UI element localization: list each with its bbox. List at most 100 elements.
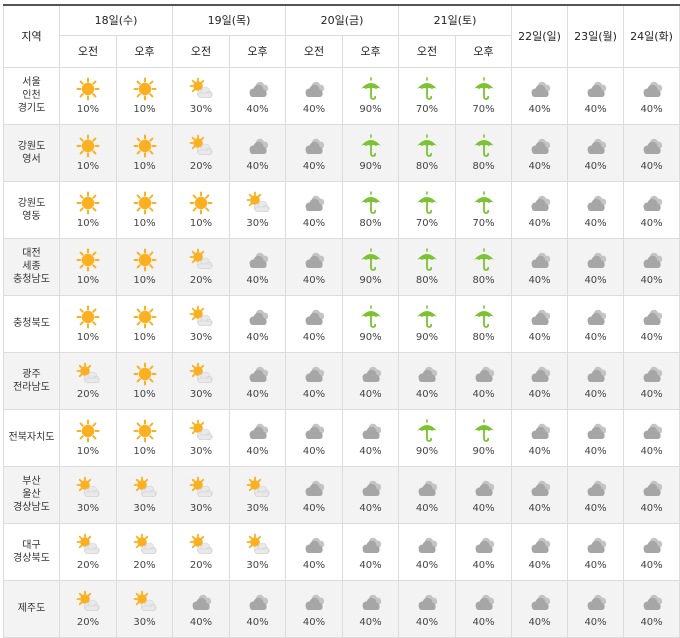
precipitation-probability: 10%: [133, 331, 156, 343]
precipitation-probability: 30%: [133, 502, 156, 514]
precipitation-probability: 40%: [528, 616, 551, 628]
day-header: 21일(토): [398, 4, 513, 36]
precipitation-probability: 40%: [584, 103, 607, 115]
precipitation-probability: 90%: [359, 160, 382, 172]
cloudy-icon: [531, 309, 550, 325]
partly-cloudy-icon: [76, 476, 100, 497]
forecast-cell: 30%: [229, 522, 287, 581]
region-name: 경상남도: [13, 502, 50, 513]
cloudy-icon: [362, 480, 381, 496]
precipitation-probability: 40%: [359, 388, 382, 400]
precipitation-probability: 40%: [472, 616, 495, 628]
cloudy-icon: [475, 537, 494, 553]
forecast-cell: 40%: [229, 237, 287, 296]
forecast-cell: 40%: [623, 237, 680, 296]
precipitation-probability: 40%: [415, 559, 439, 571]
region-name: 서울: [22, 77, 41, 88]
forecast-cell: 40%: [623, 465, 680, 524]
precipitation-probability: 40%: [302, 274, 326, 286]
precipitation-probability: 30%: [246, 559, 269, 571]
region-name: 대구: [22, 539, 41, 551]
precipitation-probability: 40%: [189, 616, 213, 628]
precipitation-probability: 40%: [528, 160, 551, 172]
forecast-cell: 10%: [115, 180, 174, 239]
am-header: 오전: [59, 34, 117, 68]
cloudy-icon: [587, 537, 606, 553]
forecast-cell: 40%: [398, 522, 457, 581]
forecast-cell: 40%: [229, 351, 287, 410]
cloudy-icon: [475, 594, 494, 610]
partly-cloudy-icon: [189, 362, 213, 383]
forecast-cell: 30%: [115, 579, 174, 638]
forecast-cell: 80%: [398, 123, 457, 182]
forecast-cell: 20%: [115, 522, 174, 581]
region-cell: 광주 전라남도: [3, 351, 60, 410]
forecast-rows: 서울 인천 경기도 10% 10% 30% 40% 40% 90% 70% 70% 40% 40% 40%…: [3, 66, 680, 638]
forecast-cell: 30%: [172, 465, 231, 524]
cloudy-icon: [587, 309, 606, 325]
forecast-cell: 10%: [59, 180, 117, 239]
precipitation-probability: 40%: [359, 616, 382, 628]
sunny-icon: [76, 419, 100, 442]
precipitation-probability: 90%: [415, 331, 439, 343]
rain-icon: [417, 133, 438, 157]
forecast-cell: 40%: [511, 180, 569, 239]
cloudy-icon: [305, 423, 325, 439]
precipitation-probability: 20%: [189, 160, 213, 172]
region-name: 인천: [22, 90, 41, 101]
forecast-cell: 40%: [285, 579, 344, 638]
partly-cloudy-icon: [246, 191, 270, 212]
forecast-cell: 40%: [285, 408, 344, 467]
region-name: 충청북도: [13, 318, 50, 329]
cloudy-icon: [305, 195, 325, 211]
precipitation-probability: 30%: [189, 103, 213, 115]
precipitation-probability: 40%: [640, 502, 663, 514]
precipitation-probability: 30%: [133, 616, 156, 628]
precipitation-probability: 10%: [133, 388, 156, 400]
forecast-cell: 40%: [567, 465, 625, 524]
day-header: 19일(목): [172, 4, 287, 36]
cloudy-icon: [362, 537, 381, 553]
partly-cloudy-icon: [189, 476, 213, 497]
precipitation-probability: 40%: [640, 217, 663, 229]
precipitation-probability: 90%: [359, 103, 382, 115]
region-header: 지역: [3, 4, 60, 68]
forecast-cell: 40%: [567, 294, 625, 353]
precipitation-probability: 20%: [76, 388, 100, 400]
precipitation-probability: 40%: [246, 160, 269, 172]
cloudy-icon: [249, 252, 268, 268]
pm-header: 오후: [342, 34, 400, 68]
cloudy-icon: [362, 423, 381, 439]
forecast-cell: 10%: [115, 351, 174, 410]
forecast-cell: 20%: [59, 522, 117, 581]
precipitation-probability: 40%: [302, 616, 326, 628]
region-name: 부산: [22, 476, 41, 487]
partly-cloudy-icon: [76, 362, 100, 383]
precipitation-probability: 30%: [189, 502, 213, 514]
rain-icon: [417, 418, 438, 442]
region-cell: 부산울산경상남도: [3, 465, 60, 524]
forecast-cell: 40%: [623, 294, 680, 353]
region-name: 울산: [22, 489, 41, 500]
table-row: 광주 전라남도 20% 10% 30% 40% 40% 40% 40% 40% 40% 40% 40%: [3, 351, 680, 410]
forecast-cell: 70%: [398, 66, 457, 125]
precipitation-probability: 40%: [359, 502, 382, 514]
cloudy-icon: [531, 594, 550, 610]
precipitation-probability: 40%: [302, 502, 326, 514]
forecast-cell: 40%: [285, 351, 344, 410]
day-header: 20일(금): [285, 4, 400, 36]
sunny-icon: [133, 191, 156, 214]
rain-icon: [473, 76, 494, 100]
precipitation-probability: 40%: [415, 616, 439, 628]
forecast-cell: 80%: [342, 180, 400, 239]
cloudy-icon: [643, 366, 662, 382]
forecast-cell: 40%: [623, 408, 680, 467]
forecast-cell: 40%: [229, 123, 287, 182]
region-cell: 대구 경상북도: [3, 522, 60, 581]
precipitation-probability: 20%: [76, 559, 100, 571]
precipitation-probability: 40%: [472, 559, 495, 571]
rain-icon: [473, 190, 494, 214]
forecast-cell: 40%: [342, 465, 400, 524]
precipitation-probability: 10%: [76, 160, 100, 172]
partly-cloudy-icon: [189, 77, 213, 98]
